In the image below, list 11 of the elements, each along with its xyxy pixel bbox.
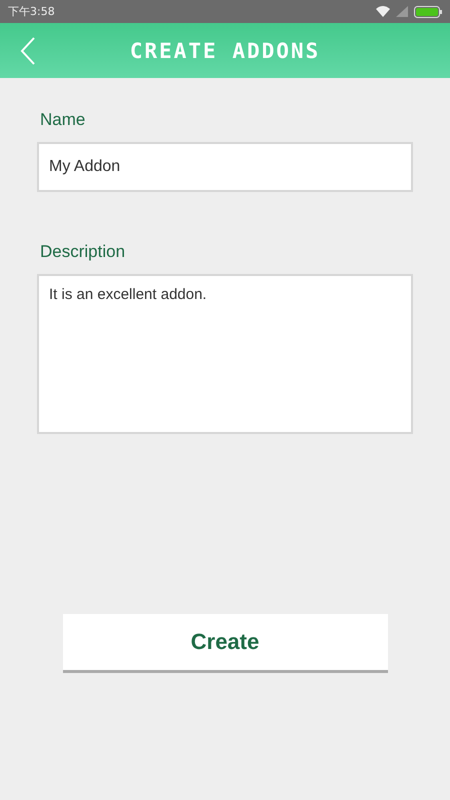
signal-icon xyxy=(396,6,408,17)
battery-icon xyxy=(414,6,442,18)
field-label: Description xyxy=(40,242,126,262)
name-field[interactable]: My Addon xyxy=(37,142,413,192)
status-time: 下午3:58 xyxy=(8,4,55,19)
back-icon[interactable] xyxy=(20,36,36,64)
page-title: CREATE ADDONS xyxy=(130,38,320,62)
create-button[interactable]: Create xyxy=(62,614,388,670)
field-label: Name xyxy=(40,110,86,130)
wifi-icon xyxy=(376,6,390,17)
description-field[interactable]: It is an excellent addon. xyxy=(37,274,413,434)
